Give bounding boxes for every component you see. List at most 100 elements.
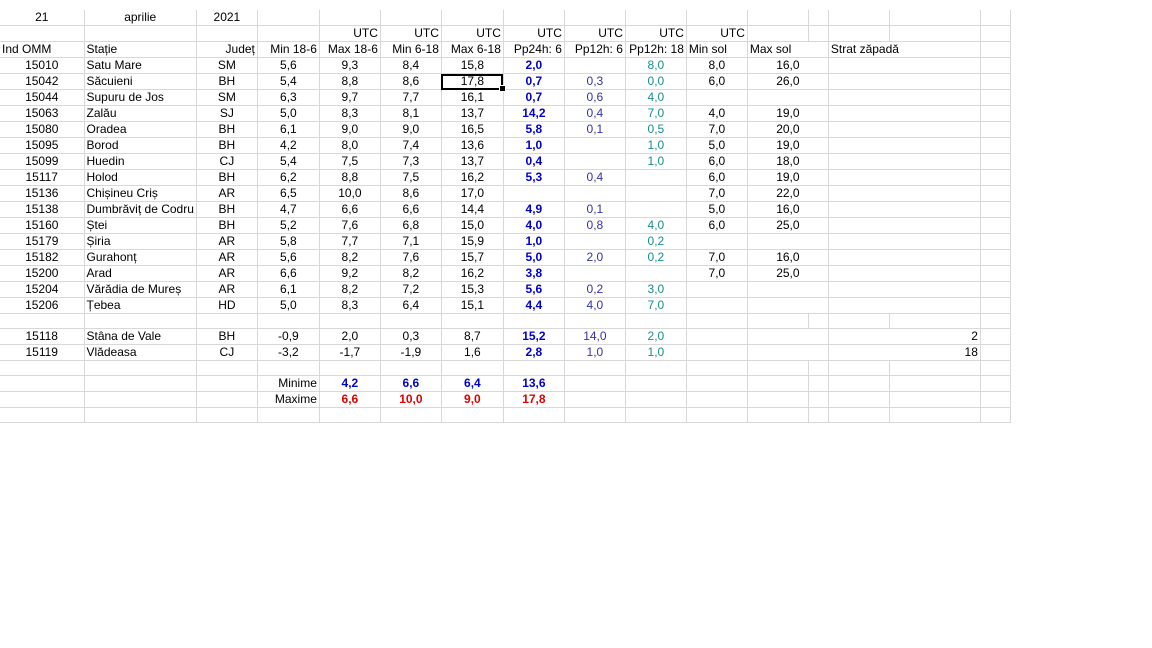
empty-cell[interactable]: [686, 360, 748, 376]
column-header[interactable]: Pp12h: 6: [564, 41, 626, 58]
data-cell[interactable]: 2,8: [503, 344, 565, 361]
empty-cell[interactable]: [828, 360, 890, 376]
data-cell[interactable]: 4,2: [257, 137, 320, 154]
data-cell[interactable]: 5,0: [503, 249, 565, 266]
data-cell[interactable]: 8,6: [380, 73, 442, 90]
empty-cell[interactable]: [747, 407, 809, 423]
data-cell[interactable]: 1,6: [441, 344, 504, 361]
data-cell[interactable]: CJ: [196, 344, 258, 361]
data-cell[interactable]: 6,2: [257, 169, 320, 186]
empty-cell[interactable]: [84, 391, 197, 408]
empty-cell[interactable]: [441, 10, 504, 26]
empty-cell[interactable]: [889, 360, 981, 376]
data-cell[interactable]: 0,4: [564, 105, 626, 122]
empty-cell[interactable]: [808, 391, 829, 408]
data-cell[interactable]: 6,4: [380, 297, 442, 314]
data-cell[interactable]: 9,3: [319, 57, 381, 74]
data-cell[interactable]: [503, 185, 565, 202]
data-cell[interactable]: 15182: [0, 249, 85, 266]
empty-cell[interactable]: [808, 375, 829, 392]
column-header[interactable]: Stație: [84, 41, 197, 58]
data-cell[interactable]: BH: [196, 121, 258, 138]
data-cell[interactable]: Satu Mare: [84, 57, 197, 74]
data-cell[interactable]: 2: [828, 328, 981, 345]
data-cell[interactable]: Șiria: [84, 233, 197, 250]
empty-cell[interactable]: [257, 407, 320, 423]
data-cell[interactable]: 6,0: [686, 169, 748, 186]
data-cell[interactable]: 8,0: [319, 137, 381, 154]
empty-cell[interactable]: [503, 313, 565, 329]
data-cell[interactable]: 5,0: [257, 297, 320, 314]
data-cell[interactable]: 6,8: [380, 217, 442, 234]
data-cell[interactable]: Holod: [84, 169, 197, 186]
data-cell[interactable]: -3,2: [257, 344, 320, 361]
empty-cell[interactable]: [889, 10, 981, 26]
data-cell[interactable]: HD: [196, 297, 258, 314]
data-cell[interactable]: 15179: [0, 233, 85, 250]
maximum-value[interactable]: 9,0: [441, 391, 504, 408]
empty-cell[interactable]: [0, 375, 85, 392]
data-cell[interactable]: 13,7: [441, 153, 504, 170]
column-header[interactable]: Strat zăpadă: [828, 41, 981, 58]
data-cell[interactable]: Zalău: [84, 105, 197, 122]
empty-cell[interactable]: [980, 73, 1011, 90]
empty-cell[interactable]: [980, 89, 1011, 106]
data-cell[interactable]: 0,2: [625, 233, 687, 250]
data-cell[interactable]: Huedin: [84, 153, 197, 170]
data-cell[interactable]: 5,6: [257, 249, 320, 266]
data-cell[interactable]: 15,0: [441, 217, 504, 234]
empty-cell[interactable]: [564, 360, 626, 376]
data-cell[interactable]: 7,7: [319, 233, 381, 250]
data-cell[interactable]: [828, 249, 981, 266]
empty-cell[interactable]: [980, 265, 1011, 282]
data-cell[interactable]: 0,5: [625, 121, 687, 138]
data-cell[interactable]: 19,0: [747, 105, 829, 122]
data-cell[interactable]: 6,3: [257, 89, 320, 106]
empty-cell[interactable]: [503, 407, 565, 423]
data-cell[interactable]: [747, 344, 829, 361]
data-cell[interactable]: 15010: [0, 57, 85, 74]
empty-cell[interactable]: [980, 57, 1011, 74]
data-cell[interactable]: Ștei: [84, 217, 197, 234]
data-cell[interactable]: 5,6: [257, 57, 320, 74]
empty-cell[interactable]: [503, 10, 565, 26]
data-cell[interactable]: 15206: [0, 297, 85, 314]
data-cell[interactable]: 5,0: [257, 105, 320, 122]
empty-cell[interactable]: [747, 313, 809, 329]
data-cell[interactable]: AR: [196, 249, 258, 266]
minimum-value[interactable]: 13,6: [503, 375, 565, 392]
empty-cell[interactable]: [564, 407, 626, 423]
data-cell[interactable]: 0,0: [625, 73, 687, 90]
column-header[interactable]: Max 18-6: [319, 41, 381, 58]
empty-cell[interactable]: [196, 360, 258, 376]
empty-cell[interactable]: [980, 185, 1011, 202]
column-header[interactable]: Max 6-18: [441, 41, 504, 58]
maximum-value[interactable]: 10,0: [380, 391, 442, 408]
minimum-value[interactable]: 6,6: [380, 375, 442, 392]
data-cell[interactable]: 2,0: [625, 328, 687, 345]
data-cell[interactable]: 7,0: [686, 121, 748, 138]
column-header[interactable]: Min 6-18: [380, 41, 442, 58]
data-cell[interactable]: [686, 328, 748, 345]
data-cell[interactable]: [625, 265, 687, 282]
empty-cell[interactable]: [625, 375, 687, 392]
data-cell[interactable]: Gurahonț: [84, 249, 197, 266]
data-cell[interactable]: Stâna de Vale: [84, 328, 197, 345]
empty-cell[interactable]: [196, 391, 258, 408]
data-cell[interactable]: 17,0: [441, 185, 504, 202]
data-cell[interactable]: 10,0: [319, 185, 381, 202]
data-cell[interactable]: 5,8: [503, 121, 565, 138]
data-cell[interactable]: [686, 297, 748, 314]
data-cell[interactable]: Supuru de Jos: [84, 89, 197, 106]
empty-cell[interactable]: [380, 407, 442, 423]
data-cell[interactable]: 15095: [0, 137, 85, 154]
empty-cell[interactable]: [980, 328, 1011, 345]
empty-cell[interactable]: [319, 313, 381, 329]
data-cell[interactable]: 7,7: [380, 89, 442, 106]
data-cell[interactable]: 4,4: [503, 297, 565, 314]
data-cell[interactable]: 15118: [0, 328, 85, 345]
minimums-label[interactable]: Minime: [257, 375, 320, 392]
data-cell[interactable]: [686, 281, 748, 298]
data-cell[interactable]: 15136: [0, 185, 85, 202]
data-cell[interactable]: 18: [828, 344, 981, 361]
